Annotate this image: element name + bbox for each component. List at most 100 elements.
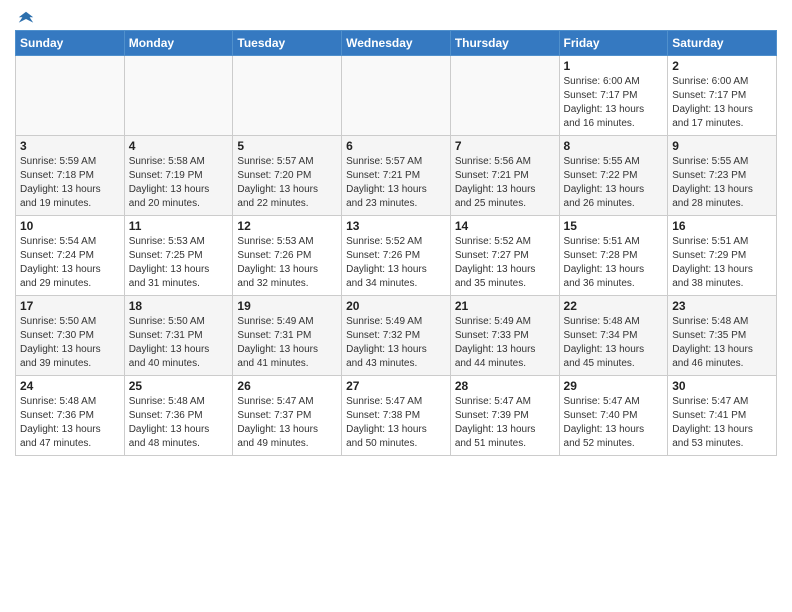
day-info: Sunrise: 5:47 AM Sunset: 7:40 PM Dayligh… <box>564 395 664 451</box>
day-info: Sunrise: 5:50 AM Sunset: 7:30 PM Dayligh… <box>20 315 120 371</box>
day-info: Sunrise: 5:49 AM Sunset: 7:31 PM Dayligh… <box>237 315 337 371</box>
calendar-week-row: 10Sunrise: 5:54 AM Sunset: 7:24 PM Dayli… <box>16 216 777 296</box>
day-info: Sunrise: 5:59 AM Sunset: 7:18 PM Dayligh… <box>20 155 120 211</box>
calendar-cell: 29 Sunrise: 5:47 AM Sunset: 7:40 PM Dayli… <box>559 376 668 456</box>
calendar-cell: 12 Sunrise: 5:53 AM Sunset: 7:26 PM Dayli… <box>233 216 342 296</box>
day-number: 30 <box>672 379 772 393</box>
weekday-header-row: SundayMondayTuesdayWednesdayThursdayFrid… <box>16 31 777 56</box>
day-number: 25 <box>129 379 229 393</box>
day-number: 26 <box>237 379 337 393</box>
day-info: Sunrise: 5:47 AM Sunset: 7:37 PM Dayligh… <box>237 395 337 451</box>
calendar-cell: 4Sunrise: 5:58 AM Sunset: 7:19 PM Daylig… <box>124 136 233 216</box>
calendar-cell: 25 Sunrise: 5:48 AM Sunset: 7:36 PM Dayli… <box>124 376 233 456</box>
day-number: 15 <box>564 219 664 233</box>
day-info: Sunrise: 6:00 AM Sunset: 7:17 PM Dayligh… <box>672 75 772 131</box>
day-number: 29 <box>564 379 664 393</box>
day-number: 12 <box>237 219 337 233</box>
calendar-cell: 3 Sunrise: 5:59 AM Sunset: 7:18 PM Daylig… <box>16 136 125 216</box>
day-info: Sunrise: 5:48 AM Sunset: 7:36 PM Dayligh… <box>20 395 120 451</box>
calendar-cell: 11Sunrise: 5:53 AM Sunset: 7:25 PM Dayli… <box>124 216 233 296</box>
calendar-cell: 8 Sunrise: 5:55 AM Sunset: 7:22 PM Daylig… <box>559 136 668 216</box>
calendar-cell: 15 Sunrise: 5:51 AM Sunset: 7:28 PM Dayli… <box>559 216 668 296</box>
logo-bird-icon <box>17 10 35 28</box>
day-number: 22 <box>564 299 664 313</box>
calendar-cell <box>342 56 451 136</box>
calendar-cell: 28Sunrise: 5:47 AM Sunset: 7:39 PM Dayli… <box>450 376 559 456</box>
day-info: Sunrise: 5:52 AM Sunset: 7:26 PM Dayligh… <box>346 235 446 291</box>
calendar-week-row: 24Sunrise: 5:48 AM Sunset: 7:36 PM Dayli… <box>16 376 777 456</box>
day-number: 6 <box>346 139 446 153</box>
day-info: Sunrise: 5:54 AM Sunset: 7:24 PM Dayligh… <box>20 235 120 291</box>
weekday-header-thursday: Thursday <box>450 31 559 56</box>
day-info: Sunrise: 5:48 AM Sunset: 7:36 PM Dayligh… <box>129 395 229 451</box>
logo-text <box>15 10 35 28</box>
day-number: 9 <box>672 139 772 153</box>
calendar-table: SundayMondayTuesdayWednesdayThursdayFrid… <box>15 30 777 456</box>
day-number: 3 <box>20 139 120 153</box>
calendar-week-row: 17 Sunrise: 5:50 AM Sunset: 7:30 PM Dayli… <box>16 296 777 376</box>
weekday-header-friday: Friday <box>559 31 668 56</box>
weekday-header-wednesday: Wednesday <box>342 31 451 56</box>
day-number: 23 <box>672 299 772 313</box>
day-number: 2 <box>672 59 772 73</box>
day-info: Sunrise: 5:53 AM Sunset: 7:26 PM Dayligh… <box>237 235 337 291</box>
calendar-cell: 10Sunrise: 5:54 AM Sunset: 7:24 PM Dayli… <box>16 216 125 296</box>
page: SundayMondayTuesdayWednesdayThursdayFrid… <box>0 0 792 471</box>
calendar-cell: 16 Sunrise: 5:51 AM Sunset: 7:29 PM Dayli… <box>668 216 777 296</box>
calendar-cell <box>233 56 342 136</box>
day-number: 7 <box>455 139 555 153</box>
day-info: Sunrise: 5:49 AM Sunset: 7:33 PM Dayligh… <box>455 315 555 371</box>
day-info: Sunrise: 5:47 AM Sunset: 7:38 PM Dayligh… <box>346 395 446 451</box>
weekday-header-sunday: Sunday <box>16 31 125 56</box>
day-number: 19 <box>237 299 337 313</box>
header <box>15 10 777 24</box>
day-info: Sunrise: 5:55 AM Sunset: 7:23 PM Dayligh… <box>672 155 772 211</box>
weekday-header-monday: Monday <box>124 31 233 56</box>
calendar-week-row: 3 Sunrise: 5:59 AM Sunset: 7:18 PM Daylig… <box>16 136 777 216</box>
day-info: Sunrise: 5:48 AM Sunset: 7:35 PM Dayligh… <box>672 315 772 371</box>
calendar-cell: 21 Sunrise: 5:49 AM Sunset: 7:33 PM Dayli… <box>450 296 559 376</box>
calendar-cell: 7Sunrise: 5:56 AM Sunset: 7:21 PM Daylig… <box>450 136 559 216</box>
day-info: Sunrise: 5:55 AM Sunset: 7:22 PM Dayligh… <box>564 155 664 211</box>
calendar-cell: 17 Sunrise: 5:50 AM Sunset: 7:30 PM Dayli… <box>16 296 125 376</box>
day-number: 5 <box>237 139 337 153</box>
day-number: 8 <box>564 139 664 153</box>
day-number: 13 <box>346 219 446 233</box>
calendar-cell: 20Sunrise: 5:49 AM Sunset: 7:32 PM Dayli… <box>342 296 451 376</box>
day-info: Sunrise: 6:00 AM Sunset: 7:17 PM Dayligh… <box>564 75 664 131</box>
day-number: 17 <box>20 299 120 313</box>
calendar-cell: 19 Sunrise: 5:49 AM Sunset: 7:31 PM Dayli… <box>233 296 342 376</box>
day-info: Sunrise: 5:52 AM Sunset: 7:27 PM Dayligh… <box>455 235 555 291</box>
day-info: Sunrise: 5:47 AM Sunset: 7:41 PM Dayligh… <box>672 395 772 451</box>
day-number: 18 <box>129 299 229 313</box>
weekday-header-tuesday: Tuesday <box>233 31 342 56</box>
day-number: 14 <box>455 219 555 233</box>
calendar-cell: 6Sunrise: 5:57 AM Sunset: 7:21 PM Daylig… <box>342 136 451 216</box>
day-info: Sunrise: 5:53 AM Sunset: 7:25 PM Dayligh… <box>129 235 229 291</box>
calendar-cell: 1Sunrise: 6:00 AM Sunset: 7:17 PM Daylig… <box>559 56 668 136</box>
calendar-cell <box>124 56 233 136</box>
calendar-cell: 27 Sunrise: 5:47 AM Sunset: 7:38 PM Dayli… <box>342 376 451 456</box>
calendar-cell: 9 Sunrise: 5:55 AM Sunset: 7:23 PM Daylig… <box>668 136 777 216</box>
calendar-cell <box>450 56 559 136</box>
calendar-cell: 26 Sunrise: 5:47 AM Sunset: 7:37 PM Dayli… <box>233 376 342 456</box>
calendar-cell: 18 Sunrise: 5:50 AM Sunset: 7:31 PM Dayli… <box>124 296 233 376</box>
calendar-week-row: 1Sunrise: 6:00 AM Sunset: 7:17 PM Daylig… <box>16 56 777 136</box>
day-info: Sunrise: 5:51 AM Sunset: 7:28 PM Dayligh… <box>564 235 664 291</box>
calendar-cell: 2 Sunrise: 6:00 AM Sunset: 7:17 PM Daylig… <box>668 56 777 136</box>
calendar-cell: 5 Sunrise: 5:57 AM Sunset: 7:20 PM Daylig… <box>233 136 342 216</box>
calendar-cell: 30 Sunrise: 5:47 AM Sunset: 7:41 PM Dayli… <box>668 376 777 456</box>
day-info: Sunrise: 5:48 AM Sunset: 7:34 PM Dayligh… <box>564 315 664 371</box>
day-number: 27 <box>346 379 446 393</box>
day-number: 4 <box>129 139 229 153</box>
day-info: Sunrise: 5:49 AM Sunset: 7:32 PM Dayligh… <box>346 315 446 371</box>
calendar-cell: 13 Sunrise: 5:52 AM Sunset: 7:26 PM Dayli… <box>342 216 451 296</box>
logo <box>15 10 35 24</box>
calendar-cell <box>16 56 125 136</box>
day-number: 16 <box>672 219 772 233</box>
day-info: Sunrise: 5:50 AM Sunset: 7:31 PM Dayligh… <box>129 315 229 371</box>
day-number: 21 <box>455 299 555 313</box>
day-info: Sunrise: 5:57 AM Sunset: 7:20 PM Dayligh… <box>237 155 337 211</box>
calendar-cell: 24Sunrise: 5:48 AM Sunset: 7:36 PM Dayli… <box>16 376 125 456</box>
day-info: Sunrise: 5:51 AM Sunset: 7:29 PM Dayligh… <box>672 235 772 291</box>
